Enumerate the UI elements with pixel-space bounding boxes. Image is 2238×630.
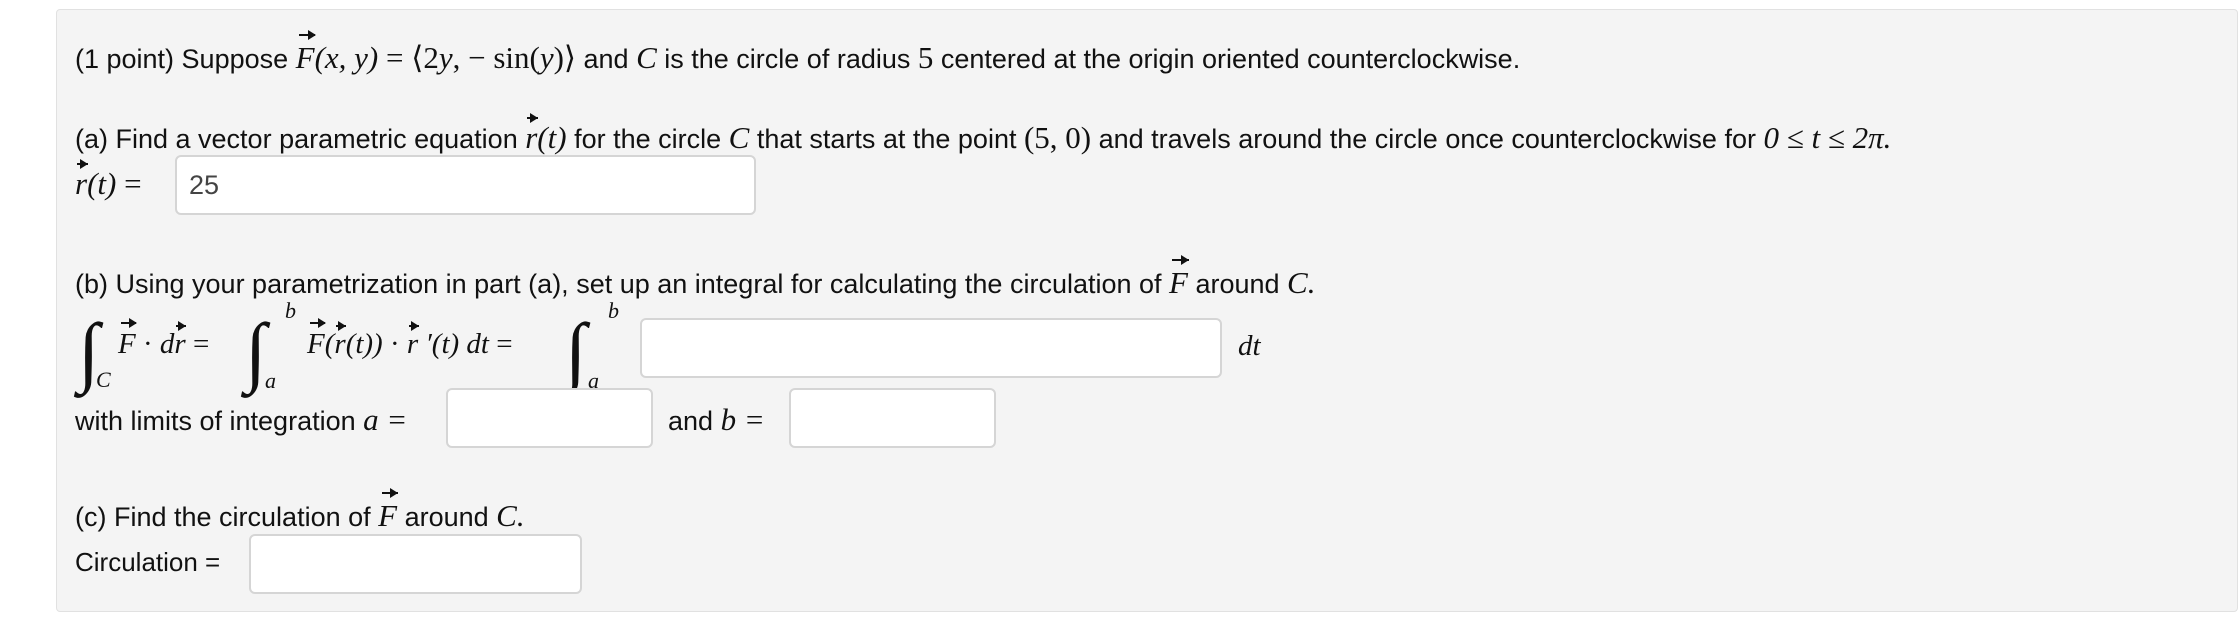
curve-symbol: C (728, 120, 750, 155)
definite-integral-sign-2: ∫ (565, 307, 587, 394)
vector-arrow-icon: F (295, 30, 316, 75)
part-a-text-1: (a) Find a vector parametric equation (75, 124, 526, 154)
vector-arrow-icon: F (378, 488, 399, 533)
vector-field-expression: F(x, y) = ⟨2y, − sin(y)⟩ (295, 30, 577, 75)
integrand-input[interactable] (640, 318, 1222, 378)
circulation-label: Circulation = (75, 547, 221, 577)
part-c-text-1: (c) Find the circulation of (75, 502, 379, 532)
vector-arrow-icon: r (406, 321, 420, 360)
definite-integral-sign: ∫ (245, 307, 267, 394)
part-c-prompt: (c) Find the circulation of F around C. (75, 488, 525, 533)
vector-arrow-icon: F (118, 318, 137, 360)
curve-symbol: C. (496, 498, 525, 533)
part-a-text-4: and travels around the circle once count… (1091, 124, 1764, 154)
part-c-text-2: around (397, 502, 497, 532)
parameter-range: 0 ≤ t ≤ 2π. (1763, 120, 1892, 155)
part-a-text-2: for the circle (566, 124, 729, 154)
dt-label: dt (1238, 330, 1261, 362)
intro-tail: is the circle of radius (656, 44, 918, 74)
r-of-t-symbol: r(t) (525, 113, 567, 155)
lower-limit-a: a (265, 368, 276, 393)
circulation-input[interactable] (249, 534, 582, 594)
radius-value: 5 (917, 40, 934, 75)
vector-arrow-icon: r (525, 113, 539, 155)
curve-symbol: C (636, 40, 657, 75)
vector-arrow-icon: r (75, 159, 88, 201)
intro-lead: (1 point) Suppose (75, 44, 296, 74)
intro-mid: and (576, 44, 637, 74)
and-b-label: and b = (668, 404, 765, 435)
integrand-left: F · dr = (118, 318, 210, 360)
b-equals-label: b = (720, 402, 765, 437)
start-point: (5, 0) (1023, 120, 1092, 155)
part-a-text-3: that starts at the point (749, 124, 1024, 154)
part-a-answer-input[interactable]: 25 (175, 155, 756, 215)
integrand-middle: F(r(t)) · r ′(t) dt = (307, 318, 513, 360)
field-symbol: F (378, 488, 399, 533)
vector-arrow-icon: F (1169, 255, 1190, 300)
vector-arrow-icon: r (334, 321, 347, 360)
intro-end: centered at the origin oriented counterc… (933, 44, 1521, 74)
limits-label: with limits of integration a = (75, 404, 407, 435)
field-symbol: F (1169, 255, 1190, 300)
vector-arrow-icon: r (174, 321, 187, 360)
part-b-text-1: (b) Using your parametrization in part (… (75, 269, 1170, 299)
a-equals-label: a = (363, 402, 408, 437)
part-a-prompt: (a) Find a vector parametric equation r(… (75, 113, 1892, 155)
vector-arrow-icon: F (307, 318, 326, 360)
limits-text: with limits of integration (75, 406, 364, 436)
upper-limit-input[interactable] (789, 388, 996, 448)
and-text: and (668, 406, 721, 436)
upper-limit-b: b (285, 298, 296, 323)
integral-sub-c: C (96, 367, 111, 392)
problem-statement: (1 point) Suppose F(x, y) = ⟨2y, − sin(y… (75, 30, 1521, 75)
r-of-t-label: r(t) = (75, 159, 142, 201)
part-b-prompt: (b) Using your parametrization in part (… (75, 255, 1316, 300)
upper-limit-b-2: b (608, 298, 619, 323)
part-b-text-2: around (1187, 269, 1288, 299)
curve-symbol: C. (1287, 265, 1316, 300)
lower-limit-input[interactable] (446, 388, 653, 448)
